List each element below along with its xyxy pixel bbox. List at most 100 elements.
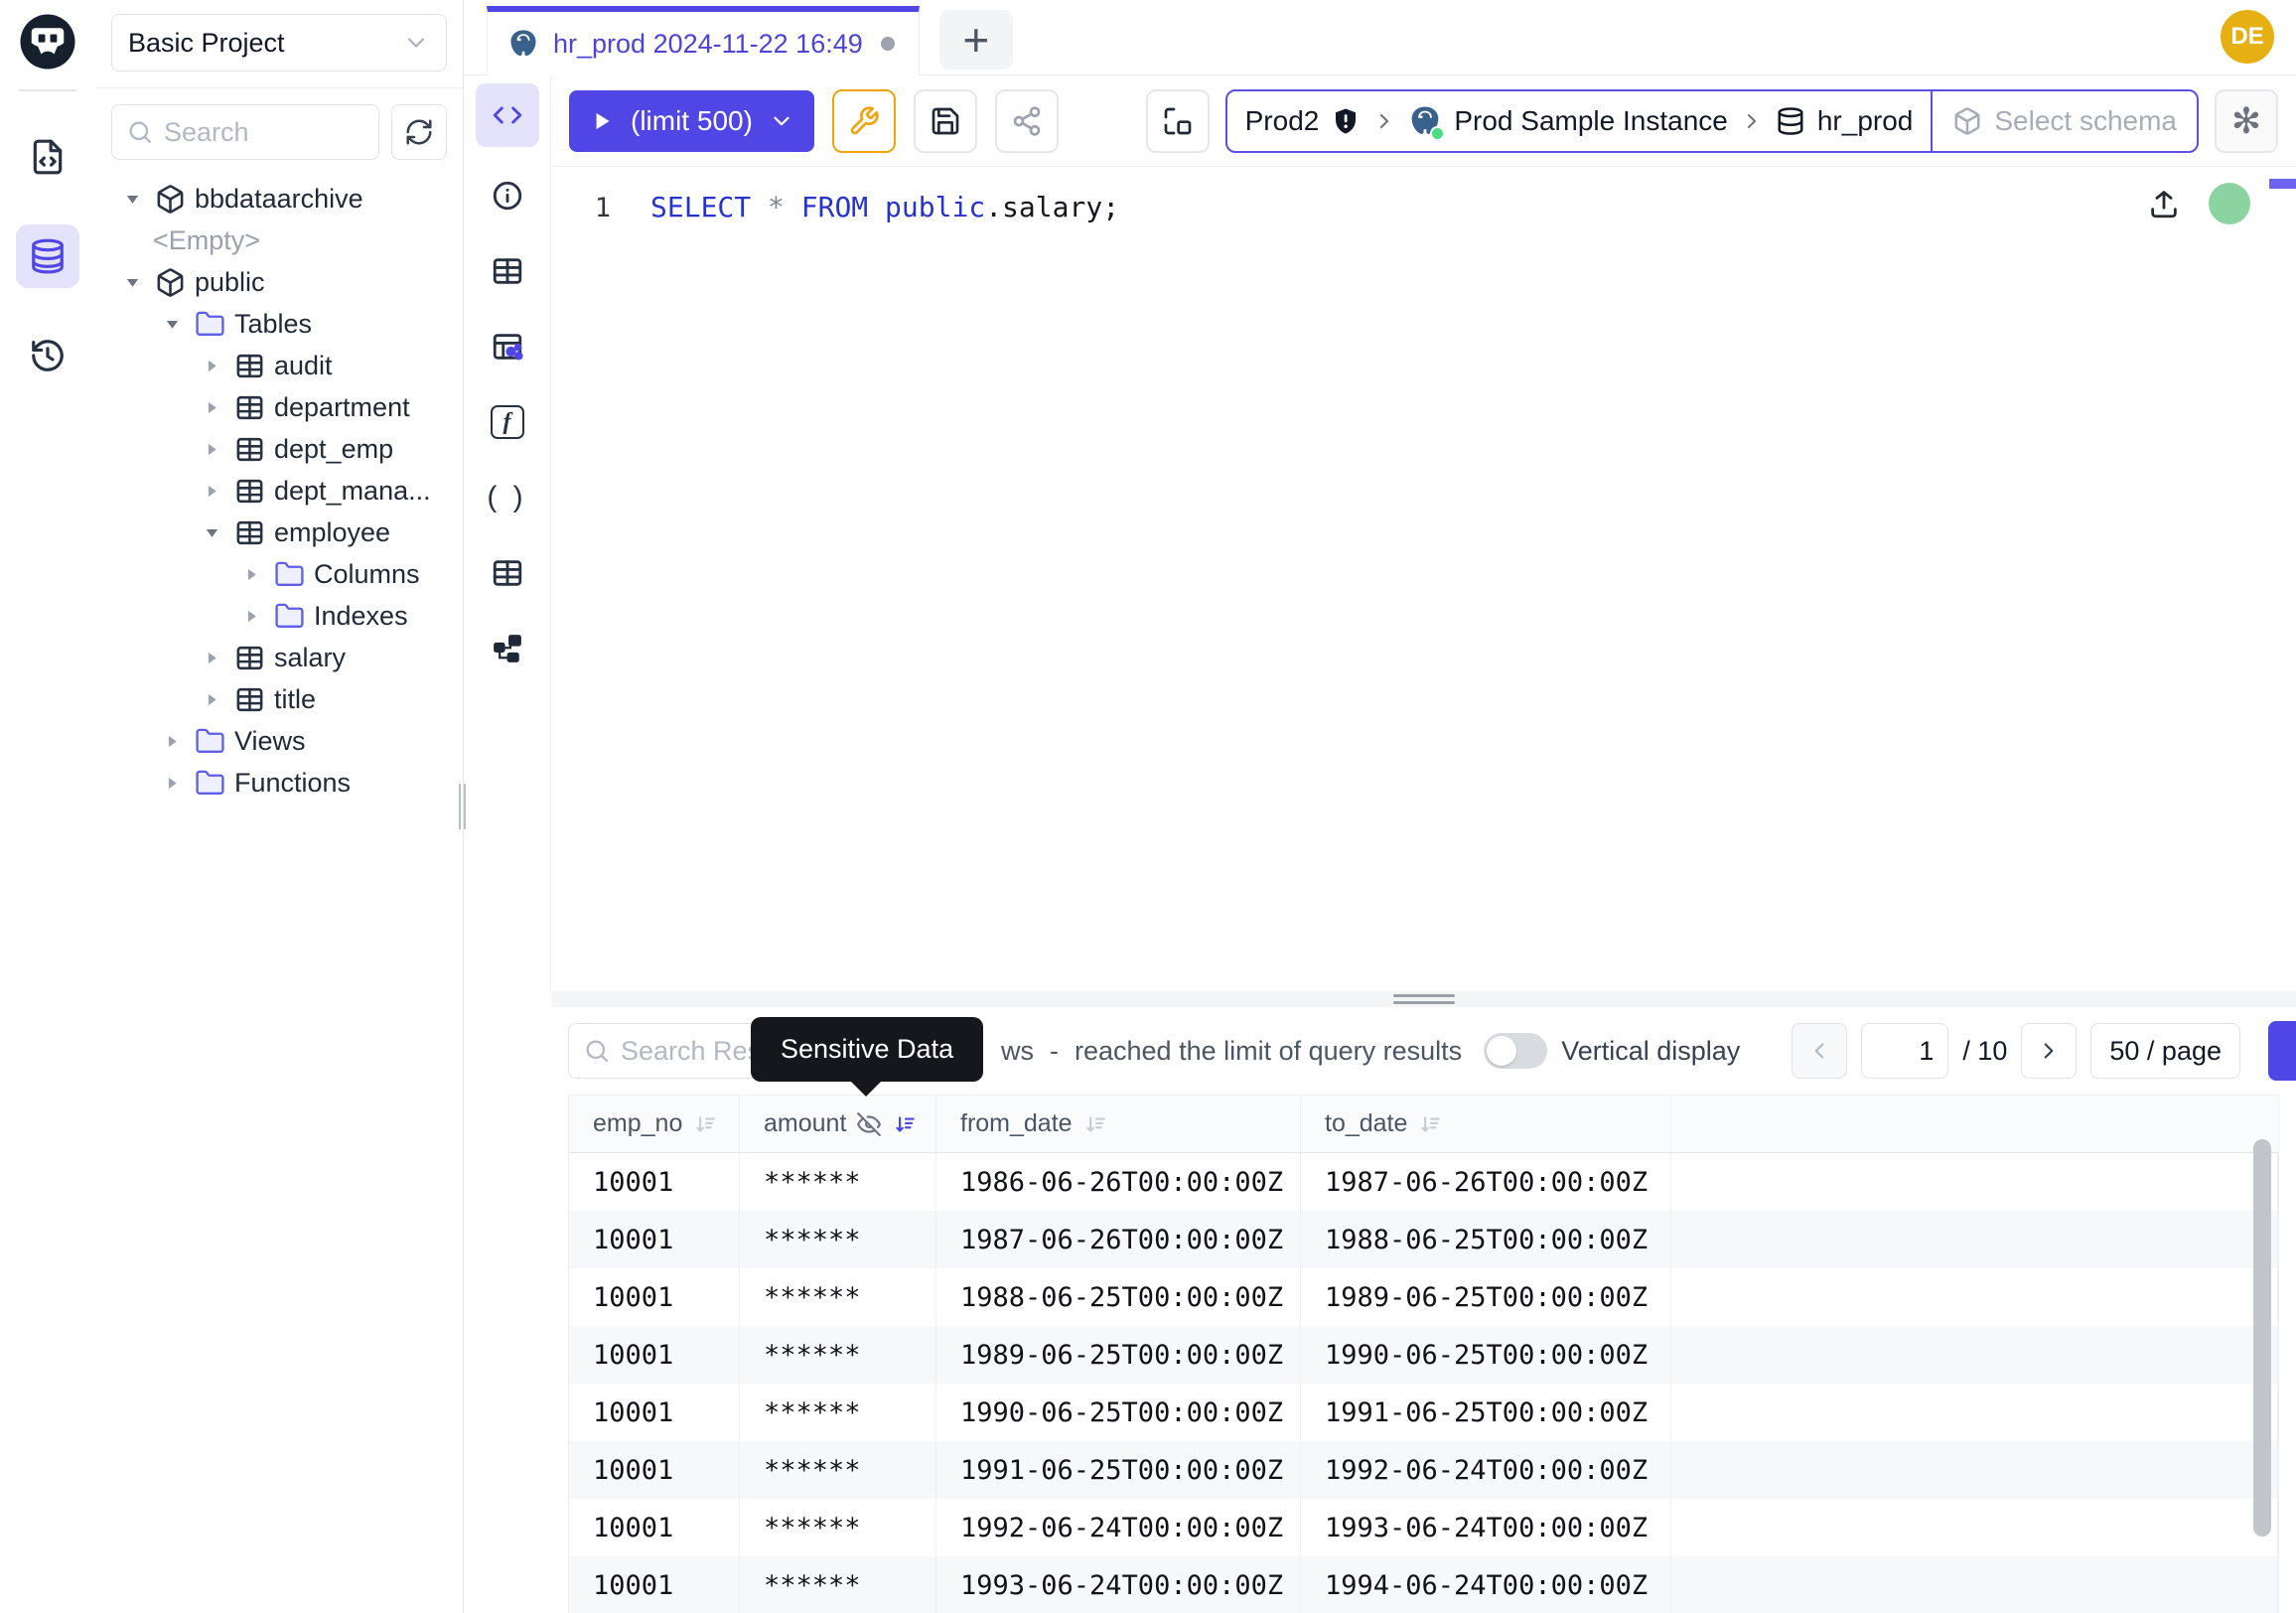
cell-to-date[interactable]: 1994-06-24T00:00:00Z — [1301, 1556, 1671, 1613]
new-tab-button[interactable]: + — [939, 10, 1013, 70]
cell-from-date[interactable]: 1986-06-26T00:00:00Z — [936, 1153, 1301, 1211]
connection-scope-button[interactable]: Prod2 Prod Sample Instance h — [1227, 91, 1932, 151]
run-query-button[interactable]: (limit 500) — [569, 90, 814, 152]
tree-item-columns[interactable]: Columns — [95, 553, 463, 595]
cell-from-date[interactable]: 1991-06-25T00:00:00Z — [936, 1441, 1301, 1499]
cell-emp-no[interactable]: 10001 — [569, 1153, 740, 1211]
nav-database-button[interactable] — [16, 224, 79, 288]
caret-right-icon[interactable] — [199, 686, 224, 712]
caret-right-icon[interactable] — [199, 478, 224, 504]
cell-to-date[interactable]: 1993-06-24T00:00:00Z — [1301, 1499, 1671, 1556]
page-size-select[interactable]: 50 / page — [2090, 1023, 2240, 1079]
batch-query-button[interactable] — [1146, 89, 1210, 153]
panel-procedure-button[interactable]: ( ) — [476, 471, 539, 524]
tree-item-dept-emp[interactable]: dept_emp — [95, 428, 463, 470]
table-scrollbar-thumb[interactable] — [2253, 1139, 2271, 1537]
cell-amount[interactable]: ****** — [740, 1153, 936, 1211]
ai-assistant-button[interactable]: ✻ — [2215, 89, 2278, 153]
caret-right-icon[interactable] — [159, 770, 185, 796]
tree-item-public[interactable]: public — [95, 261, 463, 303]
panel-resize-handle[interactable] — [551, 991, 2296, 1007]
nav-history-button[interactable] — [16, 324, 79, 387]
cell-amount[interactable]: ****** — [740, 1556, 936, 1613]
panel-table-data-button[interactable] — [476, 320, 539, 373]
cell-emp-no[interactable]: 10001 — [569, 1326, 740, 1384]
cell-amount[interactable]: ****** — [740, 1441, 936, 1499]
cell-from-date[interactable]: 1990-06-25T00:00:00Z — [936, 1384, 1301, 1441]
panel-table-button[interactable] — [476, 244, 539, 298]
cell-amount[interactable]: ****** — [740, 1211, 936, 1268]
tree-item-employee[interactable]: employee — [95, 512, 463, 553]
column-header-to-date[interactable]: to_date — [1301, 1096, 1671, 1152]
caret-down-icon[interactable] — [159, 311, 185, 337]
bytebase-logo[interactable] — [18, 12, 77, 72]
sort-icon-active[interactable] — [892, 1111, 918, 1137]
caret-right-icon[interactable] — [199, 645, 224, 670]
caret-down-icon[interactable] — [199, 519, 224, 545]
cell-to-date[interactable]: 1990-06-25T00:00:00Z — [1301, 1326, 1671, 1384]
upload-icon[interactable] — [2147, 187, 2181, 220]
tree-item-dept-mana[interactable]: dept_mana... — [95, 470, 463, 512]
caret-right-icon[interactable] — [199, 436, 224, 462]
sidebar-resize-handle[interactable] — [459, 784, 467, 829]
column-header-from-date[interactable]: from_date — [936, 1096, 1301, 1152]
cell-to-date[interactable]: 1988-06-25T00:00:00Z — [1301, 1211, 1671, 1268]
export-button[interactable] — [2268, 1021, 2296, 1081]
caret-right-icon[interactable] — [199, 394, 224, 420]
sql-editor[interactable]: 1 SELECT * FROM public.salary; — [551, 167, 2296, 991]
refresh-button[interactable] — [391, 104, 447, 160]
prev-page-button[interactable] — [1792, 1023, 1847, 1079]
save-button[interactable] — [914, 89, 977, 153]
cell-amount[interactable]: ****** — [740, 1268, 936, 1326]
tree-item-salary[interactable]: salary — [95, 637, 463, 678]
panel-external-table-button[interactable] — [476, 546, 539, 600]
tree-item-functions[interactable]: Functions — [95, 762, 463, 804]
tree-item-indexes[interactable]: Indexes — [95, 595, 463, 637]
cell-emp-no[interactable]: 10001 — [569, 1441, 740, 1499]
tree-item-department[interactable]: department — [95, 386, 463, 428]
cell-from-date[interactable]: 1993-06-24T00:00:00Z — [936, 1556, 1301, 1613]
cell-emp-no[interactable]: 10001 — [569, 1268, 740, 1326]
tree-item-bbdataarchive[interactable]: bbdataarchive — [95, 178, 463, 220]
cell-emp-no[interactable]: 10001 — [569, 1499, 740, 1556]
sidebar-search-input[interactable] — [164, 117, 364, 148]
page-number-input[interactable]: 1 — [1861, 1023, 1948, 1079]
sort-icon[interactable] — [692, 1111, 718, 1137]
sort-icon[interactable] — [1082, 1111, 1108, 1137]
caret-down-icon[interactable] — [119, 186, 145, 212]
cell-amount[interactable]: ****** — [740, 1384, 936, 1441]
caret-right-icon[interactable] — [159, 728, 185, 754]
sort-icon[interactable] — [1417, 1111, 1443, 1137]
tree-item-title[interactable]: title — [95, 678, 463, 720]
panel-diagram-button[interactable] — [476, 622, 539, 675]
caret-down-icon[interactable] — [119, 269, 145, 295]
next-page-button[interactable] — [2021, 1023, 2077, 1079]
cell-to-date[interactable]: 1987-06-26T00:00:00Z — [1301, 1153, 1671, 1211]
select-schema-button[interactable]: Select schema — [1931, 91, 2197, 151]
cell-amount[interactable]: ****** — [740, 1499, 936, 1556]
share-button[interactable] — [995, 89, 1059, 153]
column-header-amount[interactable]: amount — [740, 1096, 936, 1152]
nav-worksheet-button[interactable] — [16, 125, 79, 189]
project-selector[interactable]: Basic Project — [111, 14, 447, 72]
caret-right-icon[interactable] — [238, 603, 264, 629]
format-sql-button[interactable] — [832, 89, 896, 153]
cell-emp-no[interactable]: 10001 — [569, 1211, 740, 1268]
cell-amount[interactable]: ****** — [740, 1326, 936, 1384]
cell-from-date[interactable]: 1988-06-25T00:00:00Z — [936, 1268, 1301, 1326]
cell-emp-no[interactable]: 10001 — [569, 1384, 740, 1441]
sidebar-search[interactable] — [111, 104, 379, 160]
cell-to-date[interactable]: 1989-06-25T00:00:00Z — [1301, 1268, 1671, 1326]
tab-hr-prod[interactable]: hr_prod 2024-11-22 16:49 — [487, 6, 920, 75]
panel-code-button[interactable] — [476, 83, 539, 147]
panel-function-button[interactable]: f — [476, 395, 539, 449]
cell-from-date[interactable]: 1989-06-25T00:00:00Z — [936, 1326, 1301, 1384]
caret-right-icon[interactable] — [199, 353, 224, 378]
cell-emp-no[interactable]: 10001 — [569, 1556, 740, 1613]
tree-item-views[interactable]: Views — [95, 720, 463, 762]
tree-item-tables[interactable]: Tables — [95, 303, 463, 345]
column-header-emp-no[interactable]: emp_no — [569, 1096, 740, 1152]
cell-to-date[interactable]: 1991-06-25T00:00:00Z — [1301, 1384, 1671, 1441]
cell-from-date[interactable]: 1992-06-24T00:00:00Z — [936, 1499, 1301, 1556]
vertical-display-toggle[interactable] — [1484, 1033, 1547, 1069]
